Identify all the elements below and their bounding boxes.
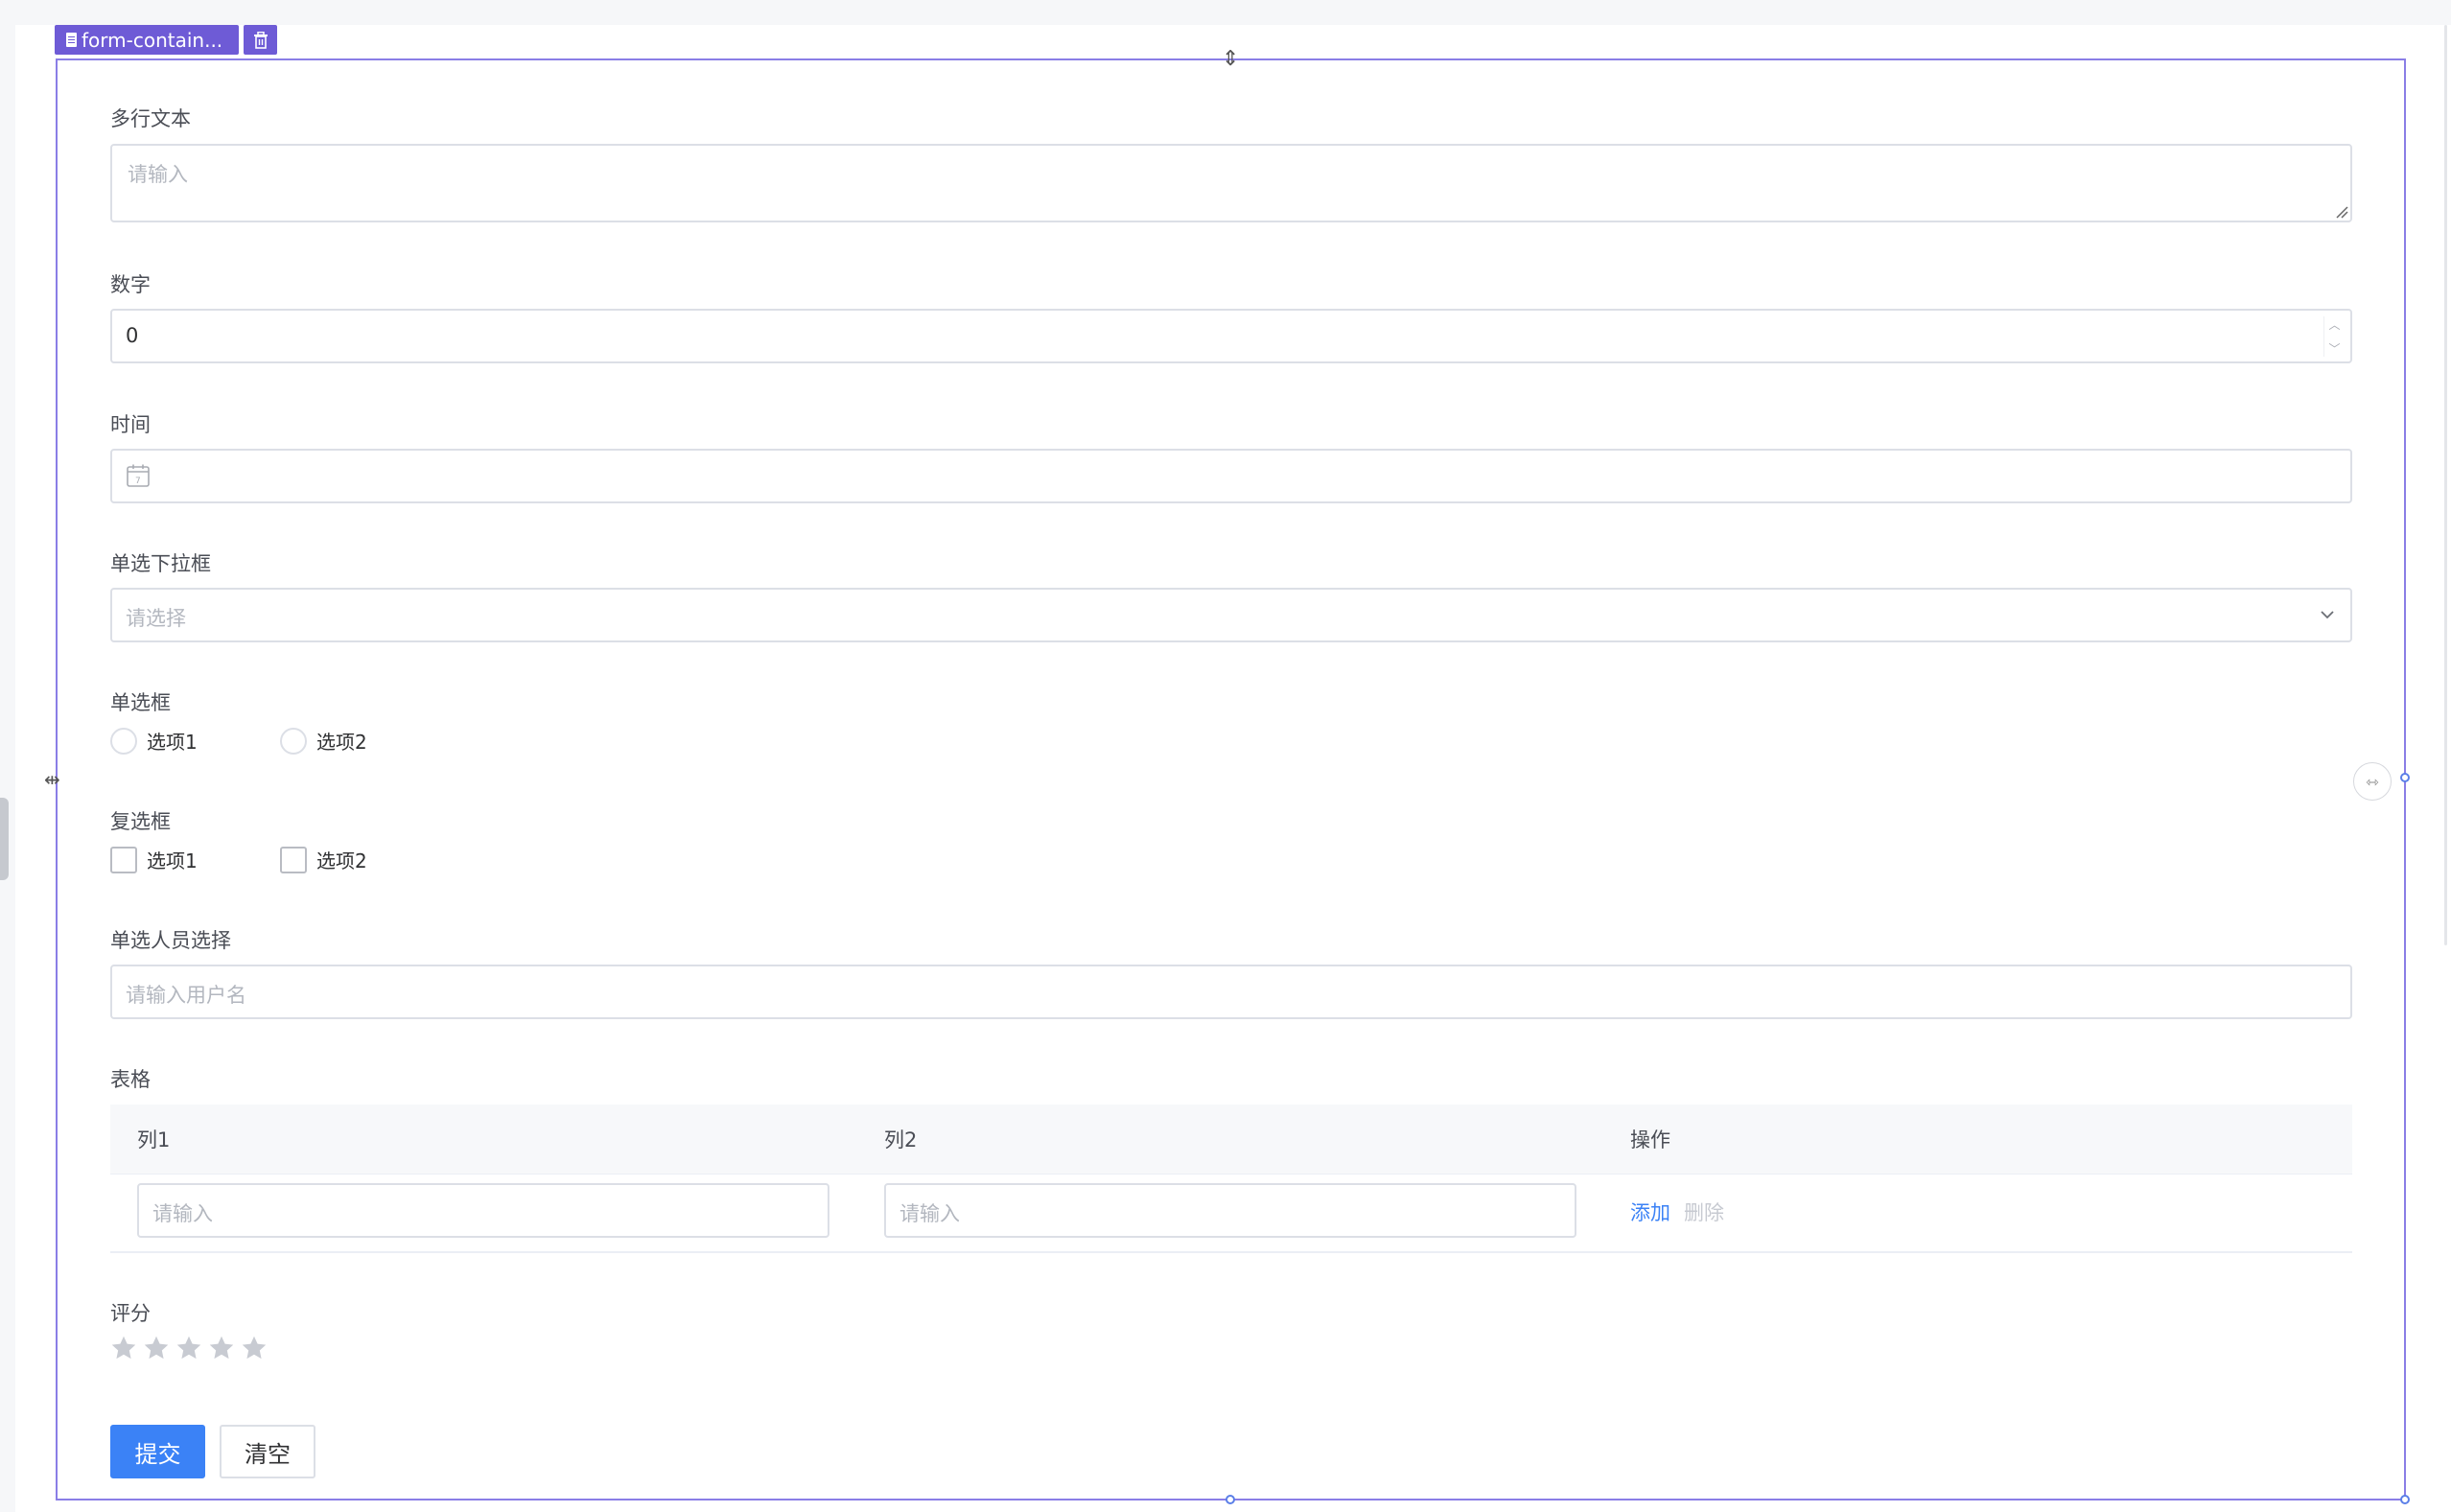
decrement-icon[interactable]: ﹀	[2328, 340, 2340, 357]
user-select-label: 单选人员选择	[110, 929, 231, 952]
column-header-1: 列1	[137, 1128, 171, 1151]
rating-label: 评分	[110, 1302, 151, 1325]
component-tag-label: form-contain...	[82, 28, 223, 52]
radio-icon[interactable]	[280, 727, 307, 755]
sub-table: 列1 列2 操作 请输入 请输入 添加 删除	[110, 1105, 2352, 1253]
number-value: 0	[126, 324, 139, 347]
resize-grip-icon[interactable]	[2335, 205, 2348, 219]
textarea-placeholder: 请输入	[128, 163, 188, 186]
row-col2-input[interactable]: 请输入	[884, 1183, 1576, 1238]
select-label: 单选下拉框	[110, 552, 211, 575]
radio-option-label: 选项1	[147, 731, 198, 754]
add-row-link[interactable]: 添加	[1630, 1198, 1670, 1226]
trash-icon	[253, 31, 268, 49]
time-picker[interactable]: 7	[110, 449, 2352, 503]
checkbox-group: 选项1 选项2	[110, 846, 450, 873]
table-header: 列1 列2 操作	[110, 1105, 2352, 1175]
delete-component-button[interactable]	[244, 25, 277, 55]
selection-frame	[56, 58, 2406, 1500]
number-input[interactable]: 0 ︿ ﹀	[110, 309, 2352, 363]
row-col2-placeholder: 请输入	[899, 1202, 960, 1225]
checkbox-option-label: 选项1	[147, 849, 198, 872]
calendar-icon: 7	[127, 464, 150, 487]
radio-option-1[interactable]: 选项1	[110, 727, 280, 755]
column-header-actions: 操作	[1630, 1128, 1670, 1151]
radio-option-2[interactable]: 选项2	[280, 727, 450, 755]
resize-handle-right[interactable]	[2400, 773, 2410, 782]
star-rating[interactable]	[110, 1335, 268, 1361]
resize-handle-corner[interactable]	[2400, 1495, 2410, 1504]
checkbox-label: 复选框	[110, 810, 171, 833]
document-icon	[66, 33, 77, 47]
user-select-placeholder: 请输入用户名	[126, 984, 246, 1007]
star-icon[interactable]	[208, 1335, 235, 1361]
star-icon[interactable]	[175, 1335, 202, 1361]
chevron-down-icon	[2321, 611, 2334, 619]
scrollbar[interactable]	[2444, 25, 2447, 945]
component-tag[interactable]: form-contain...	[55, 25, 239, 55]
number-label: 数字	[110, 273, 151, 296]
textarea-label: 多行文本	[110, 107, 191, 130]
clear-button[interactable]: 清空	[220, 1425, 315, 1478]
textarea-input[interactable]: 请输入	[110, 144, 2352, 222]
table-label: 表格	[110, 1068, 151, 1091]
resize-handle-bottom[interactable]	[1226, 1495, 1235, 1504]
column-header-2: 列2	[884, 1128, 918, 1151]
row-col1-placeholder: 请输入	[152, 1202, 213, 1225]
vertical-resize-icon[interactable]: ⇕	[1222, 47, 1239, 71]
row-col1-input[interactable]: 请输入	[137, 1183, 829, 1238]
radio-option-label: 选项2	[316, 731, 367, 754]
select-dropdown[interactable]: 请选择	[110, 588, 2352, 642]
checkbox-icon[interactable]	[280, 846, 307, 873]
checkbox-option-1[interactable]: 选项1	[110, 846, 280, 873]
horizontal-resize-icon[interactable]: ⇹	[44, 768, 60, 791]
star-icon[interactable]	[110, 1335, 137, 1361]
star-icon[interactable]	[143, 1335, 170, 1361]
radio-label: 单选框	[110, 691, 171, 714]
number-stepper[interactable]: ︿ ﹀	[2323, 316, 2345, 357]
select-placeholder: 请选择	[126, 607, 186, 630]
radio-icon[interactable]	[110, 727, 137, 755]
width-resize-button[interactable]: ⇿	[2353, 762, 2392, 801]
time-label: 时间	[110, 413, 151, 436]
submit-button[interactable]: 提交	[110, 1425, 205, 1478]
checkbox-option-label: 选项2	[316, 849, 367, 872]
delete-row-link[interactable]: 删除	[1684, 1198, 1724, 1226]
table-row: 请输入 请输入 添加 删除	[110, 1175, 2352, 1253]
star-icon[interactable]	[241, 1335, 268, 1361]
radio-group: 选项1 选项2	[110, 727, 450, 755]
checkbox-icon[interactable]	[110, 846, 137, 873]
side-panel-toggle[interactable]	[0, 798, 9, 880]
increment-icon[interactable]: ︿	[2328, 316, 2340, 333]
checkbox-option-2[interactable]: 选项2	[280, 846, 450, 873]
svg-text:7: 7	[135, 477, 141, 486]
user-select-input[interactable]: 请输入用户名	[110, 965, 2352, 1019]
